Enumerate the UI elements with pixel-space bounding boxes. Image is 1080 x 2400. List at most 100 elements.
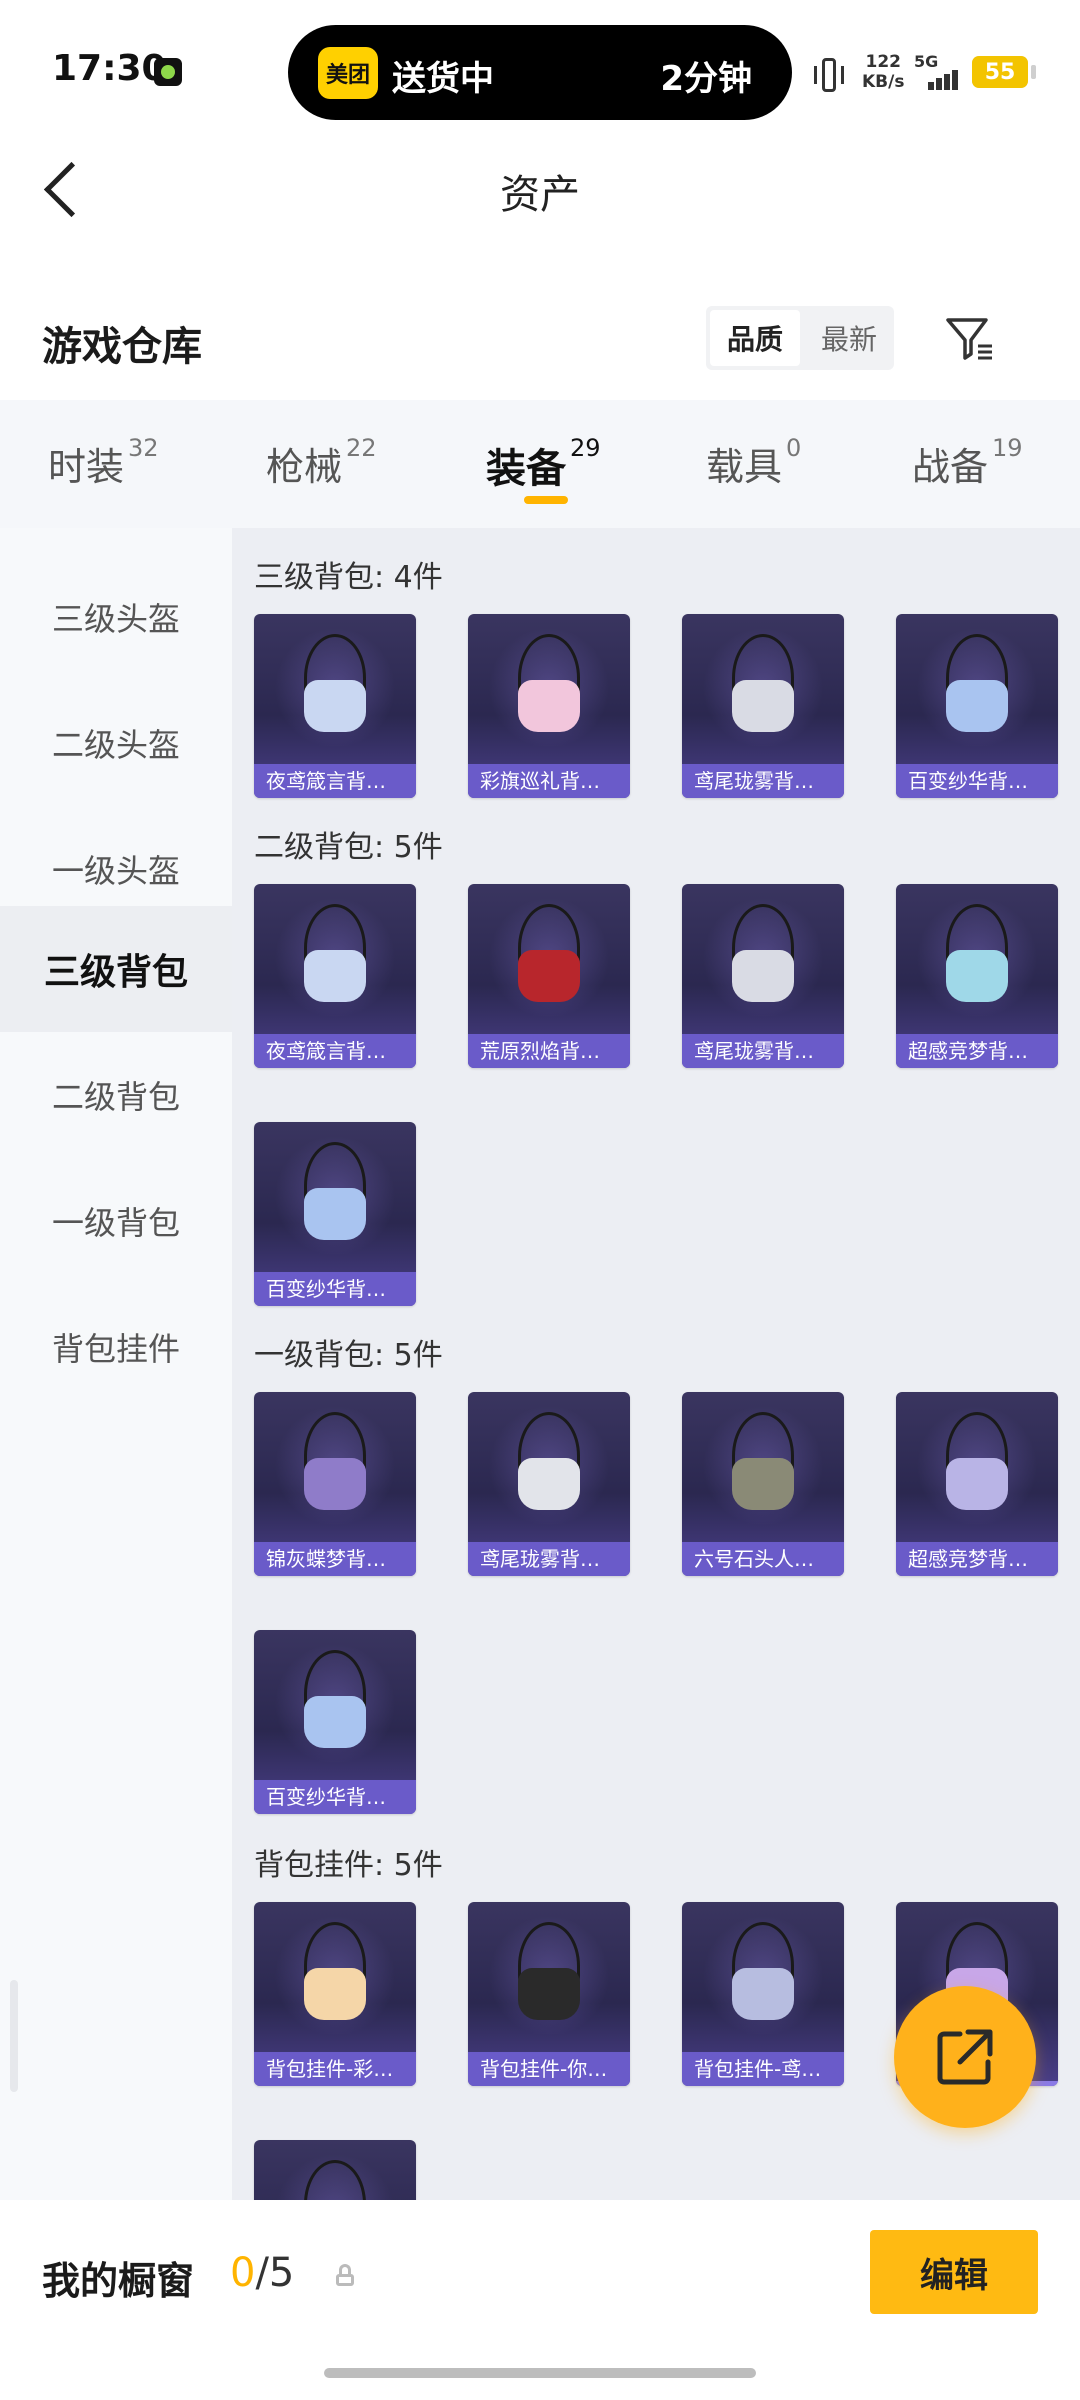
tab-vehicles[interactable]: 载具 0 xyxy=(706,434,802,491)
showcase-count: 0/5 xyxy=(230,2250,294,2296)
vibrate-icon xyxy=(814,58,844,92)
item-name: 背包挂件-鸢… xyxy=(682,2052,844,2086)
group-title: 二级背包: 5件 xyxy=(254,830,443,865)
item-card[interactable]: 锦灰蝶梦背… xyxy=(254,1392,416,1576)
music-app-icon xyxy=(154,58,182,86)
group-title: 一级背包: 5件 xyxy=(254,1338,443,1373)
tab-count: 32 xyxy=(128,434,159,462)
tab-label: 时装 xyxy=(48,445,125,489)
network-type: 5G xyxy=(914,52,939,71)
item-image xyxy=(518,1458,580,1510)
tab-active-indicator xyxy=(524,496,568,504)
app-header: 资产 xyxy=(0,130,1080,250)
item-image xyxy=(946,1458,1008,1510)
item-card[interactable]: 六号石头人… xyxy=(682,1392,844,1576)
edit-button[interactable]: 编辑 xyxy=(870,2230,1038,2314)
item-card[interactable]: 超感竞梦背… xyxy=(896,884,1058,1068)
item-card[interactable]: 超感竞梦背… xyxy=(896,1392,1058,1576)
item-name: 夜鸢箴言背… xyxy=(254,1034,416,1068)
item-card[interactable]: 夜鸢箴言背… xyxy=(254,884,416,1068)
item-image xyxy=(946,680,1008,732)
item-image xyxy=(304,1188,366,1240)
sidebar-item-backpack-2[interactable]: 二级背包 xyxy=(0,1032,232,1158)
tab-count: 29 xyxy=(570,434,601,462)
item-card[interactable]: 彩旗巡礼背… xyxy=(468,614,630,798)
tab-label: 战备 xyxy=(912,445,989,489)
network-speed-value: 122 xyxy=(865,52,901,72)
subcategory-sidebar: 三级头盔 二级头盔 一级头盔 三级背包 二级背包 一级背包 背包挂件 xyxy=(0,528,232,2200)
item-card[interactable]: 荒原烈焰背… xyxy=(468,884,630,1068)
item-name: 背包挂件-彩… xyxy=(254,2052,416,2086)
sidebar-item-backpack-charm[interactable]: 背包挂件 xyxy=(0,1284,232,1410)
item-image xyxy=(304,680,366,732)
item-card[interactable]: 鸢尾珑雾背… xyxy=(682,884,844,1068)
item-image xyxy=(518,680,580,732)
item-card[interactable]: 鸢尾珑雾背… xyxy=(682,614,844,798)
item-image xyxy=(304,1696,366,1748)
item-image xyxy=(732,1968,794,2020)
dynamic-island[interactable]: 美团 送货中 2分钟 xyxy=(288,25,792,120)
tab-label: 枪械 xyxy=(266,445,343,489)
home-indicator xyxy=(324,2368,756,2378)
item-card[interactable]: 鸢尾珑雾背… xyxy=(468,1392,630,1576)
item-card[interactable]: 背包挂件-彩… xyxy=(254,1902,416,2086)
tab-firearms[interactable]: 枪械 22 xyxy=(266,434,377,491)
tab-label: 装备 xyxy=(486,446,566,492)
sidebar-item-backpack-3[interactable]: 三级背包 xyxy=(0,906,232,1032)
item-card[interactable]: 背包挂件-你… xyxy=(468,1902,630,2086)
tab-count: 19 xyxy=(992,434,1023,462)
battery-icon: 55 xyxy=(972,56,1036,88)
item-name: 六号石头人… xyxy=(682,1542,844,1576)
item-image xyxy=(304,1458,366,1510)
item-name: 鸢尾珑雾背… xyxy=(468,1542,630,1576)
item-name: 百变纱华背… xyxy=(896,764,1058,798)
item-name: 锦灰蝶梦背… xyxy=(254,1542,416,1576)
item-image xyxy=(518,950,580,1002)
item-name: 背包挂件-你… xyxy=(468,2052,630,2086)
item-card[interactable]: 背包挂件-鸢… xyxy=(682,1902,844,2086)
showcase-current: 0 xyxy=(230,2250,256,2296)
delivery-eta: 2分钟 xyxy=(660,59,752,99)
sort-toggle: 品质 最新 xyxy=(706,306,894,370)
signal-icon: 5G xyxy=(914,52,964,92)
item-name: 百变纱华背… xyxy=(254,1780,416,1814)
item-image xyxy=(732,950,794,1002)
showcase-total: /5 xyxy=(255,2250,295,2296)
tab-equipment[interactable]: 装备 29 xyxy=(486,434,601,494)
item-name: 超感竞梦背… xyxy=(896,1542,1058,1576)
sidebar-item-helmet-2[interactable]: 二级头盔 xyxy=(0,680,232,806)
item-card[interactable]: 百变纱华背… xyxy=(896,614,1058,798)
sidebar-scrollbar[interactable] xyxy=(10,1980,18,2092)
item-name: 超感竞梦背… xyxy=(896,1034,1058,1068)
tab-label: 载具 xyxy=(706,445,783,489)
item-card[interactable] xyxy=(254,2140,416,2200)
meituan-badge: 美团 xyxy=(318,47,378,99)
item-name: 鸢尾珑雾背… xyxy=(682,1034,844,1068)
item-name: 荒原烈焰背… xyxy=(468,1034,630,1068)
sidebar-item-helmet-3[interactable]: 三级头盔 xyxy=(0,554,232,680)
warehouse-title: 游戏仓库 xyxy=(42,324,202,370)
sort-newest-button[interactable]: 最新 xyxy=(804,306,894,370)
item-card[interactable]: 夜鸢箴言背… xyxy=(254,614,416,798)
share-export-button[interactable] xyxy=(894,1986,1036,2128)
showcase-bar: 我的橱窗 0/5 编辑 xyxy=(0,2200,1080,2400)
item-card[interactable]: 百变纱华背… xyxy=(254,1630,416,1814)
item-image xyxy=(518,1968,580,2020)
group-title: 背包挂件: 5件 xyxy=(254,1848,443,1883)
group-title: 三级背包: 4件 xyxy=(254,560,443,595)
tab-count: 0 xyxy=(786,434,802,462)
tab-fashion[interactable]: 时装 32 xyxy=(48,434,159,491)
sort-quality-button[interactable]: 品质 xyxy=(710,310,800,366)
item-card[interactable]: 百变纱华背… xyxy=(254,1122,416,1306)
sidebar-item-backpack-1[interactable]: 一级背包 xyxy=(0,1158,232,1284)
network-speed: 122 KB/s xyxy=(862,52,904,92)
item-image xyxy=(732,1458,794,1510)
delivery-status: 送货中 xyxy=(392,59,494,99)
item-name: 鸢尾珑雾背… xyxy=(682,764,844,798)
filter-icon[interactable] xyxy=(940,308,1000,368)
item-image xyxy=(304,1968,366,2020)
item-grid[interactable]: 三级背包: 4件 二级背包: 5件 一级背包: 5件 背包挂件: 5件 夜鸢箴言… xyxy=(232,528,1080,2200)
network-speed-unit: KB/s xyxy=(862,72,905,92)
tab-combat-gear[interactable]: 战备 19 xyxy=(912,434,1023,491)
item-image xyxy=(304,950,366,1002)
